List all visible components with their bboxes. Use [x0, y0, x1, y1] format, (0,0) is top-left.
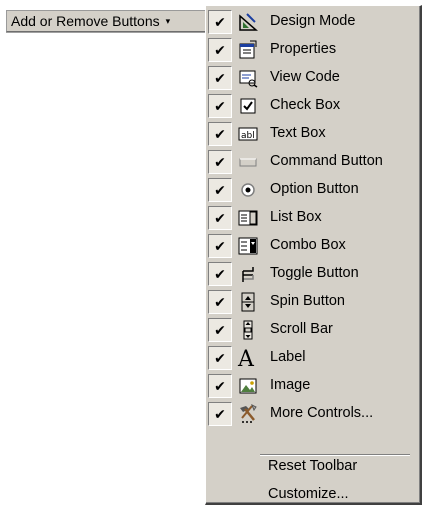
checkmark-icon: ✔: [208, 94, 232, 118]
checkmark-icon: ✔: [208, 178, 232, 202]
menu-item-view-code[interactable]: ✔ View Code: [208, 64, 417, 92]
menu-item-label: Spin Button: [270, 293, 345, 309]
combo-box-icon: [237, 235, 259, 257]
checkmark-icon: ✔: [208, 346, 232, 370]
label-icon: A: [237, 347, 259, 369]
checkmark-icon: ✔: [208, 318, 232, 342]
checkmark-icon: ✔: [208, 290, 232, 314]
menu-item-label: Text Box: [270, 125, 326, 141]
text-box-icon: abl: [237, 123, 259, 145]
menu-item-check-box[interactable]: ✔ Check Box: [208, 92, 417, 120]
menu-item-label-control[interactable]: ✔ A Label: [208, 344, 417, 372]
menu-separator: [260, 454, 410, 456]
menu-item-list-box[interactable]: ✔ List Box: [208, 204, 417, 232]
menu-item-label: View Code: [270, 69, 340, 85]
menu-item-text-box[interactable]: ✔ abl Text Box: [208, 120, 417, 148]
menu-item-image[interactable]: ✔ Image: [208, 372, 417, 400]
customize-menu-item[interactable]: Customize...: [268, 486, 349, 502]
checkmark-icon: ✔: [208, 402, 232, 426]
checkmark-icon: ✔: [208, 374, 232, 398]
command-button-icon: [237, 151, 259, 173]
image-icon: [237, 375, 259, 397]
list-box-icon: [237, 207, 259, 229]
menu-item-label: Image: [270, 377, 311, 393]
menu-item-spin-button[interactable]: ✔ Spin Button: [208, 288, 417, 316]
add-remove-buttons-dropdown[interactable]: Add or Remove Buttons ▾: [6, 10, 206, 32]
menu-item-combo-box[interactable]: ✔ Combo Box: [208, 232, 417, 260]
more-controls-icon: [237, 403, 259, 425]
menu-item-command-button[interactable]: ✔ Command Button: [208, 148, 417, 176]
svg-text:abl: abl: [241, 131, 255, 141]
svg-text:A: A: [237, 347, 255, 369]
menu-item-label: Label: [270, 349, 306, 365]
menu-item-properties[interactable]: ✔ Properties: [208, 36, 417, 64]
add-remove-buttons-label: Add or Remove Buttons: [11, 13, 160, 29]
checkmark-icon: ✔: [208, 262, 232, 286]
checkmark-icon: ✔: [208, 66, 232, 90]
check-box-icon: [237, 95, 259, 117]
option-button-icon: [237, 179, 259, 201]
menu-item-more-controls[interactable]: ✔ More Controls...: [208, 400, 417, 428]
properties-icon: [237, 39, 259, 61]
menu-item-label: Toggle Button: [270, 265, 359, 281]
scroll-bar-icon: [237, 319, 259, 341]
menu-item-scroll-bar[interactable]: ✔ Scroll Bar: [208, 316, 417, 344]
checkmark-icon: ✔: [208, 234, 232, 258]
menu-item-label: List Box: [270, 209, 322, 225]
menu-item-label: Option Button: [270, 181, 359, 197]
menu-item-label: Scroll Bar: [270, 321, 333, 337]
checkmark-icon: ✔: [208, 150, 232, 174]
chevron-down-icon: ▾: [165, 15, 171, 26]
menu-item-option-button[interactable]: ✔ Option Button: [208, 176, 417, 204]
menu-item-label: More Controls...: [270, 405, 374, 421]
checkmark-icon: ✔: [208, 38, 232, 62]
view-code-icon: [237, 67, 259, 89]
design-mode-icon: [237, 11, 259, 33]
menu-item-label: Check Box: [270, 97, 341, 113]
spin-button-icon: [237, 291, 259, 313]
checkmark-icon: ✔: [208, 206, 232, 230]
toggle-button-icon: [237, 263, 259, 285]
menu-item-label: Design Mode: [270, 13, 356, 29]
menu-item-label: Properties: [270, 41, 337, 57]
checkmark-icon: ✔: [208, 10, 232, 34]
menu-item-toggle-button[interactable]: ✔ Toggle Button: [208, 260, 417, 288]
buttons-menu: ✔ Design Mode ✔ Properties ✔ View Code ✔…: [205, 5, 422, 505]
checkmark-icon: ✔: [208, 122, 232, 146]
menu-item-design-mode[interactable]: ✔ Design Mode: [208, 8, 417, 36]
menu-item-label: Command Button: [270, 153, 383, 169]
reset-toolbar-menu-item[interactable]: Reset Toolbar: [268, 458, 357, 474]
menu-item-label: Combo Box: [270, 237, 346, 253]
toolbar-underline: [6, 32, 206, 33]
